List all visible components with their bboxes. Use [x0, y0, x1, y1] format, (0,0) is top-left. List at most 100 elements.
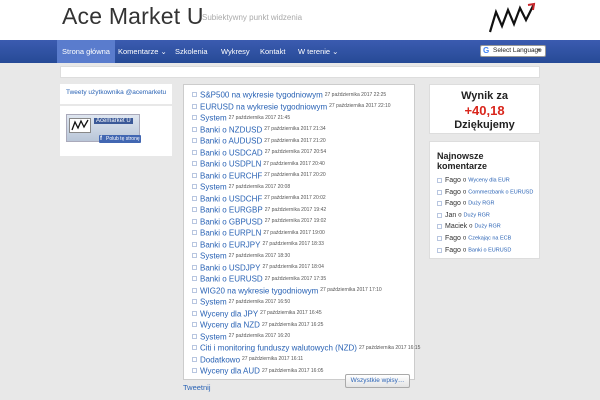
comment-author: Fago: [445, 246, 461, 254]
post-list-item: WIG20 na wykresie tygodniowym 27 paździer…: [192, 282, 382, 295]
recent-posts-list: S&P500 na wykresie tygodniowym 27 paździe…: [183, 84, 420, 380]
twitter-widget: Tweety użytkownika @acemarketu: [60, 84, 172, 104]
comment-list-item: Fago o Commerzbank o EURUSD: [437, 189, 533, 196]
post-list-item: System 27 października 2017 16:50: [192, 293, 290, 306]
comment-post-link[interactable]: Czekając na ECB: [468, 236, 511, 242]
post-list-item: Banki o EURGBP 27 października 2017 19:42: [192, 201, 326, 214]
comment-author: Fago: [445, 235, 461, 242]
post-list-item: S&P500 na wykresie tygodniowym 27 paździe…: [192, 86, 386, 99]
post-date: 27 października 2017 16:05: [261, 367, 324, 374]
site-tagline: Subiektywny punkt widzenia: [202, 13, 303, 22]
nav-item-field[interactable]: W terenie ⌄: [293, 40, 343, 63]
tweets-link[interactable]: Tweety użytkownika @acemarketu: [66, 89, 166, 96]
post-list-item: System 27 października 2017 21:45: [192, 109, 290, 122]
comment-on-label: o: [469, 223, 473, 230]
comment-list-item: Fago o Banki o EURUSD: [437, 247, 511, 254]
nav-item-contact[interactable]: Kontakt: [255, 40, 290, 63]
comment-author: Jan: [445, 211, 457, 219]
post-list-item: System 27 października 2017 18:30: [192, 247, 290, 260]
post-list-item: System 27 października 2017 16:20: [192, 328, 290, 341]
post-title-link[interactable]: Wyceny dla AUD: [200, 366, 260, 375]
post-list-item: Wyceny dla NZD 27 października 2017 16:25: [192, 316, 323, 329]
comment-author: Fago: [445, 177, 461, 184]
post-list-item: Citi i monitoring funduszy walutowych (N…: [192, 339, 421, 352]
heading-line-2: komentarze: [437, 161, 488, 171]
acemarket-logo-icon[interactable]: [488, 2, 536, 36]
comment-on-label: o: [462, 247, 467, 254]
post-date: 27 października 2017 17:10: [320, 287, 382, 294]
result-banner[interactable]: Wynik za +40,18 Dziękujemy: [429, 84, 540, 134]
post-list-item: Banki o USDPLN 27 października 2017 20:40: [192, 155, 325, 168]
language-select-label: Select Language: [493, 47, 542, 54]
tweet-link[interactable]: Tweetnij: [183, 383, 211, 392]
post-list-item: EURUSD na wykresie tygodniowym 27 paździe…: [192, 98, 391, 111]
bullet-square-icon: [437, 236, 442, 241]
heading-line-1: Najnowsze: [437, 151, 484, 161]
result-thanks: Dziękujemy: [454, 119, 515, 131]
google-icon: G: [483, 46, 490, 55]
nav-item-comments[interactable]: Komentarze ⌄: [113, 40, 172, 63]
comment-author: Fago: [445, 200, 461, 208]
bullet-square-icon: [437, 224, 442, 230]
all-posts-button[interactable]: Wszystkie wpisy…: [345, 374, 410, 388]
post-list-item: Banki o NZDUSD 27 października 2017 21:34: [192, 121, 326, 134]
comment-list-item: Jan o Duży RGR: [437, 212, 490, 219]
facebook-page-name: Acemarket U: [94, 118, 133, 124]
post-list-item: Banki o EURJPY 27 października 2017 18:33: [192, 236, 324, 249]
post-list-item: Banki o USDJPY 27 października 2017 18:04: [192, 259, 324, 272]
recent-comments-heading: Najnowsze komentarze: [437, 151, 487, 171]
dropdown-arrow-icon: ▼: [536, 48, 542, 54]
post-list-item: Banki o USDCHF 27 października 2017 20:02: [192, 190, 326, 203]
comment-post-link[interactable]: Commerzbank o EURUSD: [468, 189, 533, 195]
comment-post-link[interactable]: Banki o EURUSD: [468, 247, 511, 253]
facebook-like-button[interactable]: f Polub tę stronę: [99, 135, 141, 143]
bullet-square-icon: [437, 247, 442, 253]
comment-on-label: o: [462, 235, 467, 242]
result-value: +40,18: [464, 103, 505, 118]
post-list-item: Dodatkowo 27 października 2017 16:11: [192, 351, 303, 364]
bullet-square-icon: [437, 189, 442, 195]
nav-item-training[interactable]: Szkolenia: [170, 40, 213, 63]
post-date: 27 października 2017 16:15: [358, 344, 421, 351]
acemarket-mini-logo-icon: [71, 119, 89, 131]
post-list-item: Banki o GBPUSD 27 października 2017 19:02: [192, 213, 326, 226]
comment-author: Fago: [445, 188, 461, 196]
result-label: Wynik za: [461, 90, 508, 102]
comment-on-label: o: [462, 177, 467, 184]
comment-post-link[interactable]: Duży RGR: [464, 212, 490, 218]
comment-on-label: o: [462, 189, 467, 196]
comment-post-link[interactable]: Duży RGR: [474, 224, 500, 230]
site-header: Ace Market U Subiektywny punkt widzenia: [0, 0, 600, 40]
post-list-item: Banki o EURCHF 27 października 2017 20:20: [192, 167, 326, 180]
comment-author: Maciek: [445, 223, 468, 231]
comment-list-item: Maciek o Duży RGR: [437, 223, 501, 230]
site-title[interactable]: Ace Market U: [62, 3, 204, 30]
top-widget-strip: [60, 66, 540, 78]
post-list-item: System 27 października 2017 20:08: [192, 178, 290, 191]
facebook-icon: f: [100, 136, 102, 142]
bullet-square-icon: [437, 201, 442, 207]
post-list-item: Banki o EURUSD 27 października 2017 17:35: [192, 270, 326, 283]
comment-list-item: Fago o Wyceny dla EUR: [437, 177, 510, 184]
language-select[interactable]: G Select Language ▼: [480, 45, 546, 57]
comment-post-link[interactable]: Wyceny dla EUR: [468, 178, 510, 184]
facebook-page-banner[interactable]: Acemarket U f Polub tę stronę: [66, 114, 141, 143]
post-list-item: Wyceny dla JPY 27 października 2017 16:45: [192, 305, 322, 318]
nav-item-home[interactable]: Strona główna: [57, 40, 115, 63]
nav-item-charts[interactable]: Wykresy: [216, 40, 255, 63]
comment-on-label: o: [462, 200, 467, 207]
facebook-page-avatar: [69, 118, 91, 133]
facebook-like-label: Polub tę stronę: [106, 136, 140, 142]
post-list-item: Banki o USDCAD 27 października 2017 20:54: [192, 144, 326, 157]
post-list-item: Banki o EURPLN 27 października 2017 19:00: [192, 224, 325, 237]
recent-comments-widget: Najnowsze komentarze Fago o Wyceny dla E…: [429, 141, 540, 259]
bullet-square-icon: [437, 212, 442, 218]
comment-on-label: o: [458, 212, 462, 219]
comment-list-item: Fago o Czekając na ECB: [437, 235, 511, 242]
post-date: 27 października 2017 22:10: [329, 103, 391, 110]
post-list-item: Banki o AUDUSD 27 października 2017 21:20: [192, 132, 326, 145]
bullet-square-icon: [192, 368, 197, 374]
facebook-widget: Acemarket U f Polub tę stronę: [60, 106, 172, 156]
bullet-square-icon: [437, 178, 442, 183]
comment-post-link[interactable]: Duży RGR: [468, 201, 494, 207]
